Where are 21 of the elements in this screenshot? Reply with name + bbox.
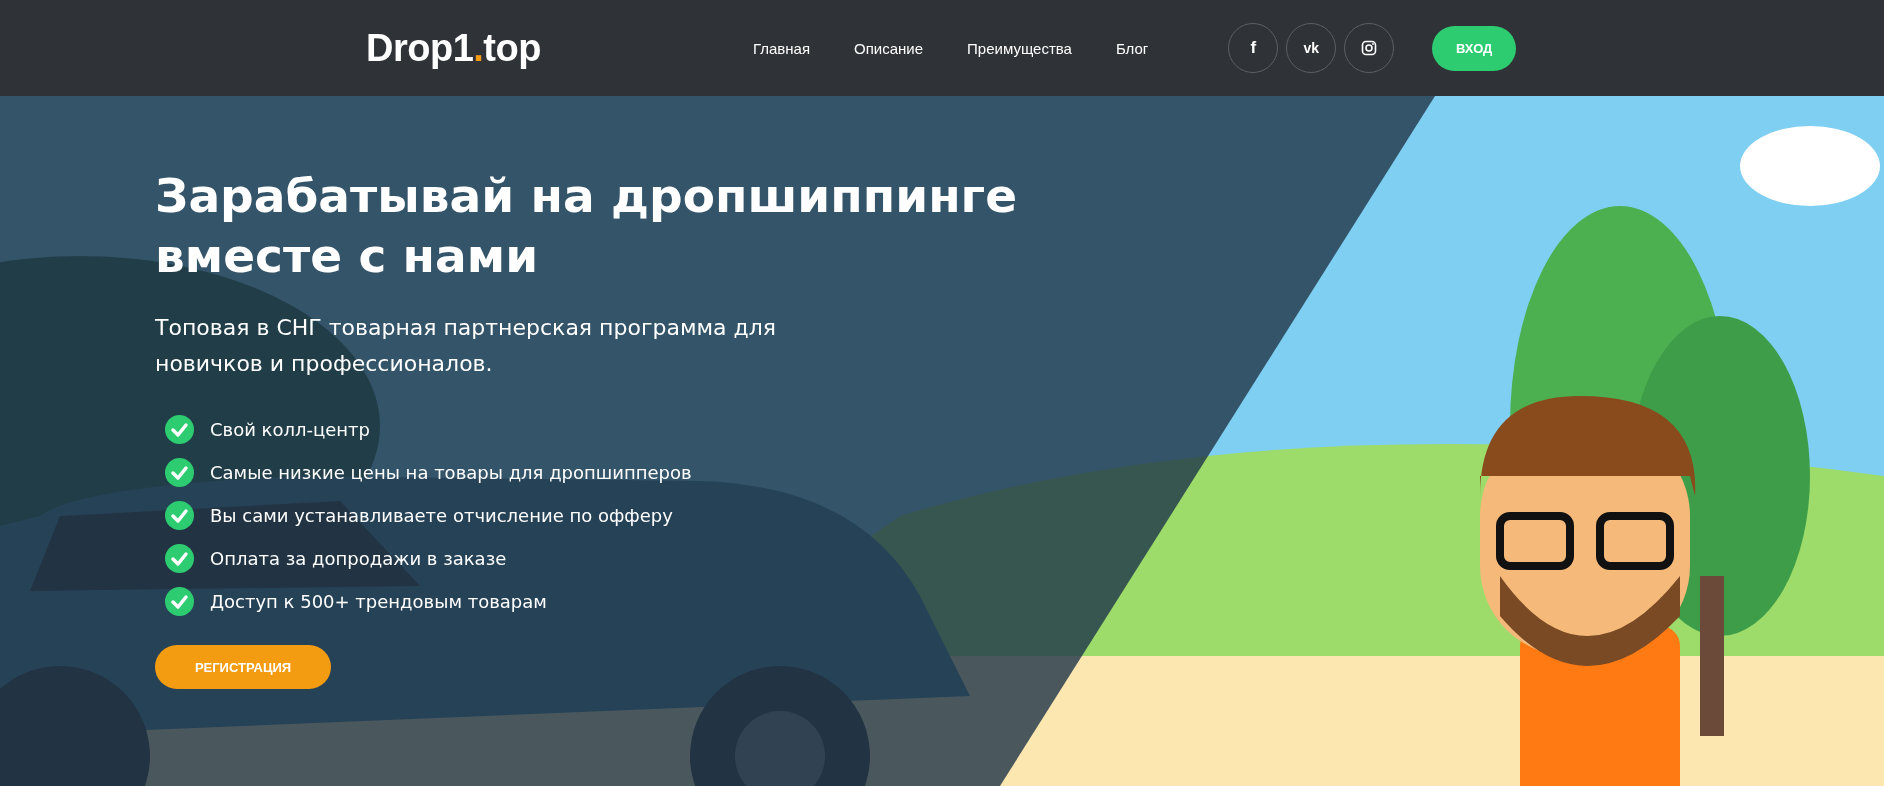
logo[interactable]: Drop1.top [366, 26, 541, 70]
feature-text: Вы сами устанавливаете отчисление по офферу [210, 505, 673, 526]
check-icon [165, 587, 194, 616]
hero-subtitle: Топовая в СНГ товарная партнерская программа для новичков и профессионалов. [155, 314, 778, 378]
nav-link[interactable]: Блог [1115, 39, 1149, 57]
check-icon [165, 544, 194, 573]
nav-link[interactable]: Главная [752, 39, 811, 57]
feature-text: Доступ к 500+ трендовым товарам [210, 591, 547, 612]
feature-text: Оплата за допродажи в заказе [210, 548, 507, 569]
feature-text: Самые низкие цены на товары для дропшипперов [210, 462, 692, 483]
social-link[interactable] [1344, 23, 1395, 73]
check-icon [165, 415, 194, 444]
nav-link[interactable]: Описание [854, 39, 924, 57]
check-icon [165, 501, 194, 530]
feature-text: Свой колл-центр [210, 419, 370, 440]
camera-icon [1361, 40, 1378, 56]
social-link[interactable]: vk [1286, 23, 1337, 73]
nav-link[interactable]: Преимущества [967, 39, 1072, 57]
check-icon [165, 458, 194, 487]
hero-heading: Зарабатывай на дропшиппинге вместе с нами [155, 167, 1019, 285]
social-link[interactable]: f [1228, 23, 1279, 73]
